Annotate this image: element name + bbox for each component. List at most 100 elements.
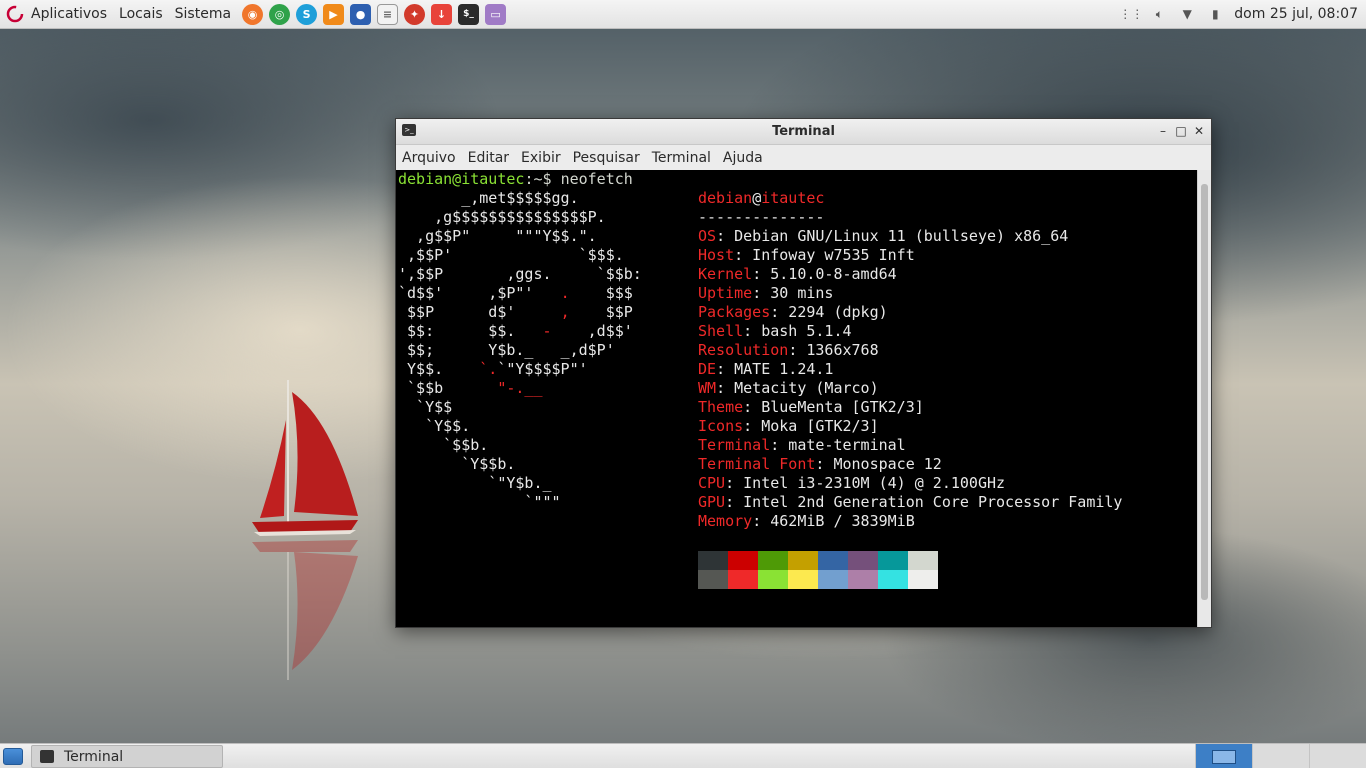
color-swatch (728, 551, 758, 570)
info-value: : Moka [GTK2/3] (743, 417, 879, 435)
window-menubar: Arquivo Editar Exibir Pesquisar Terminal… (396, 145, 1211, 171)
info-value: : 5.10.0-8-amd64 (752, 265, 897, 283)
neofetch-separator: -------------- (698, 208, 825, 226)
system-tray: ⋮⋮ 🔈︎ ▼ ▮ dom 25 jul, 08:07 (1119, 0, 1366, 28)
info-row: DE: MATE 1.24.1 (698, 360, 1122, 379)
workspace-window-preview (1212, 749, 1236, 764)
info-value: : Debian GNU/Linux 11 (bullseye) x86_64 (716, 227, 1069, 245)
color-swatch (788, 570, 818, 589)
menu-locais[interactable]: Locais (114, 6, 168, 22)
info-label: OS (698, 227, 717, 245)
battery-icon[interactable]: ▮ (1206, 6, 1224, 22)
maximize-icon[interactable]: □ (1173, 123, 1189, 139)
info-label: Packages (698, 303, 771, 321)
menu-ajuda[interactable]: Ajuda (717, 150, 769, 166)
vlc-icon[interactable]: ▶ (323, 3, 345, 25)
clock[interactable]: dom 25 jul, 08:07 (1234, 6, 1358, 22)
color-swatch (818, 551, 848, 570)
workspace-switcher (1195, 744, 1366, 768)
neofetch-header: debian@itautec (698, 189, 825, 207)
info-label: Terminal Font (698, 455, 816, 473)
top-panel: Aplicativos Locais Sistema ◉ ◎ S ▶ ● ≡ ✦… (0, 0, 1366, 29)
info-row: Memory: 462MiB / 3839MiB (698, 512, 1122, 531)
drag-handle-icon: ⋮⋮ (1119, 7, 1144, 21)
menu-arquivo[interactable]: Arquivo (396, 150, 462, 166)
color-swatch (758, 551, 788, 570)
terminal-scrollbar[interactable] (1197, 170, 1211, 627)
command-text: neofetch (560, 170, 633, 188)
info-value: : BlueMenta [GTK2/3] (743, 398, 924, 416)
window-titlebar[interactable]: >_ Terminal – □ ✕ (396, 119, 1211, 145)
color-swatch (788, 551, 818, 570)
color-swatch (698, 551, 728, 570)
chrome-icon[interactable]: ◎ (269, 3, 291, 25)
scrollbar-thumb[interactable] (1201, 184, 1208, 600)
info-label: WM (698, 379, 717, 397)
bottom-panel: Terminal (0, 743, 1366, 768)
info-value: : 1366x768 (788, 341, 879, 359)
workspace-1[interactable] (1195, 744, 1252, 768)
info-row: Kernel: 5.10.0-8-amd64 (698, 265, 1122, 284)
info-value: : Monospace 12 (815, 455, 942, 473)
info-value: : Intel 2nd Generation Core Processor Fa… (725, 493, 1123, 511)
prompt-path: :~$ (524, 170, 561, 188)
info-value: : mate-terminal (770, 436, 906, 454)
info-label: Theme (698, 398, 744, 416)
taskbar-item-terminal[interactable]: Terminal (31, 745, 223, 768)
menu-terminal[interactable]: Terminal (646, 150, 717, 166)
info-label: Shell (698, 322, 744, 340)
info-value: : 2294 (dpkg) (770, 303, 888, 321)
prompt-line: debian@itautec:~$ neofetch (398, 170, 633, 189)
obs-icon[interactable]: ● (350, 3, 372, 25)
info-value: : bash 5.1.4 (743, 322, 852, 340)
info-label: Resolution (698, 341, 789, 359)
terminal-icon[interactable]: $_ (458, 3, 480, 25)
skype-icon[interactable]: S (296, 3, 318, 25)
info-row: Terminal Font: Monospace 12 (698, 455, 1122, 474)
color-swatch (848, 551, 878, 570)
info-label: Terminal (698, 436, 771, 454)
transmission-icon[interactable]: ✦ (404, 3, 426, 25)
info-value: : 30 mins (752, 284, 834, 302)
menu-sistema[interactable]: Sistema (170, 6, 236, 22)
info-label: Uptime (698, 284, 753, 302)
downloader-icon[interactable]: ↓ (431, 3, 453, 25)
color-swatch (848, 570, 878, 589)
show-desktop-icon[interactable] (3, 748, 23, 765)
info-row: WM: Metacity (Marco) (698, 379, 1122, 398)
info-label: Icons (698, 417, 744, 435)
menu-editar[interactable]: Editar (462, 150, 515, 166)
color-swatch (878, 570, 908, 589)
volume-icon[interactable]: 🔈︎ (1150, 6, 1168, 22)
info-label: Kernel (698, 265, 753, 283)
menu-exibir[interactable]: Exibir (515, 150, 567, 166)
info-row: Resolution: 1366x768 (698, 341, 1122, 360)
menu-aplicativos[interactable]: Aplicativos (26, 6, 112, 22)
window-title: Terminal (772, 124, 835, 139)
workspace-3[interactable] (1309, 744, 1366, 768)
terminal-output[interactable]: debian@itautec:~$ neofetch _,met$$$$$gg.… (396, 170, 1198, 627)
close-icon[interactable]: ✕ (1191, 123, 1207, 139)
minimize-icon[interactable]: – (1155, 123, 1171, 139)
main-menu-bar: Aplicativos Locais Sistema (0, 5, 236, 23)
info-row: Terminal: mate-terminal (698, 436, 1122, 455)
firefox-icon[interactable]: ◉ (242, 3, 264, 25)
menu-pesquisar[interactable]: Pesquisar (567, 150, 646, 166)
file-manager-icon[interactable]: ▭ (485, 3, 507, 25)
color-swatch (758, 570, 788, 589)
terminal-icon[interactable]: >_ (402, 124, 416, 136)
terminal-window: >_ Terminal – □ ✕ Arquivo Editar Exibir … (395, 118, 1212, 628)
wallpaper-sailboat (252, 380, 358, 680)
color-swatch (818, 570, 848, 589)
color-palette (698, 551, 938, 589)
info-label: Memory (698, 512, 753, 530)
workspace-2[interactable] (1252, 744, 1309, 768)
info-row: CPU: Intel i3-2310M (4) @ 2.100GHz (698, 474, 1122, 493)
text-editor-icon[interactable]: ≡ (377, 3, 399, 25)
info-row: GPU: Intel 2nd Generation Core Processor… (698, 493, 1122, 512)
wifi-icon[interactable]: ▼ (1178, 6, 1196, 22)
info-value: : MATE 1.24.1 (716, 360, 834, 378)
color-swatch (908, 570, 938, 589)
info-row: Theme: BlueMenta [GTK2/3] (698, 398, 1122, 417)
info-value: : 462MiB / 3839MiB (752, 512, 915, 530)
